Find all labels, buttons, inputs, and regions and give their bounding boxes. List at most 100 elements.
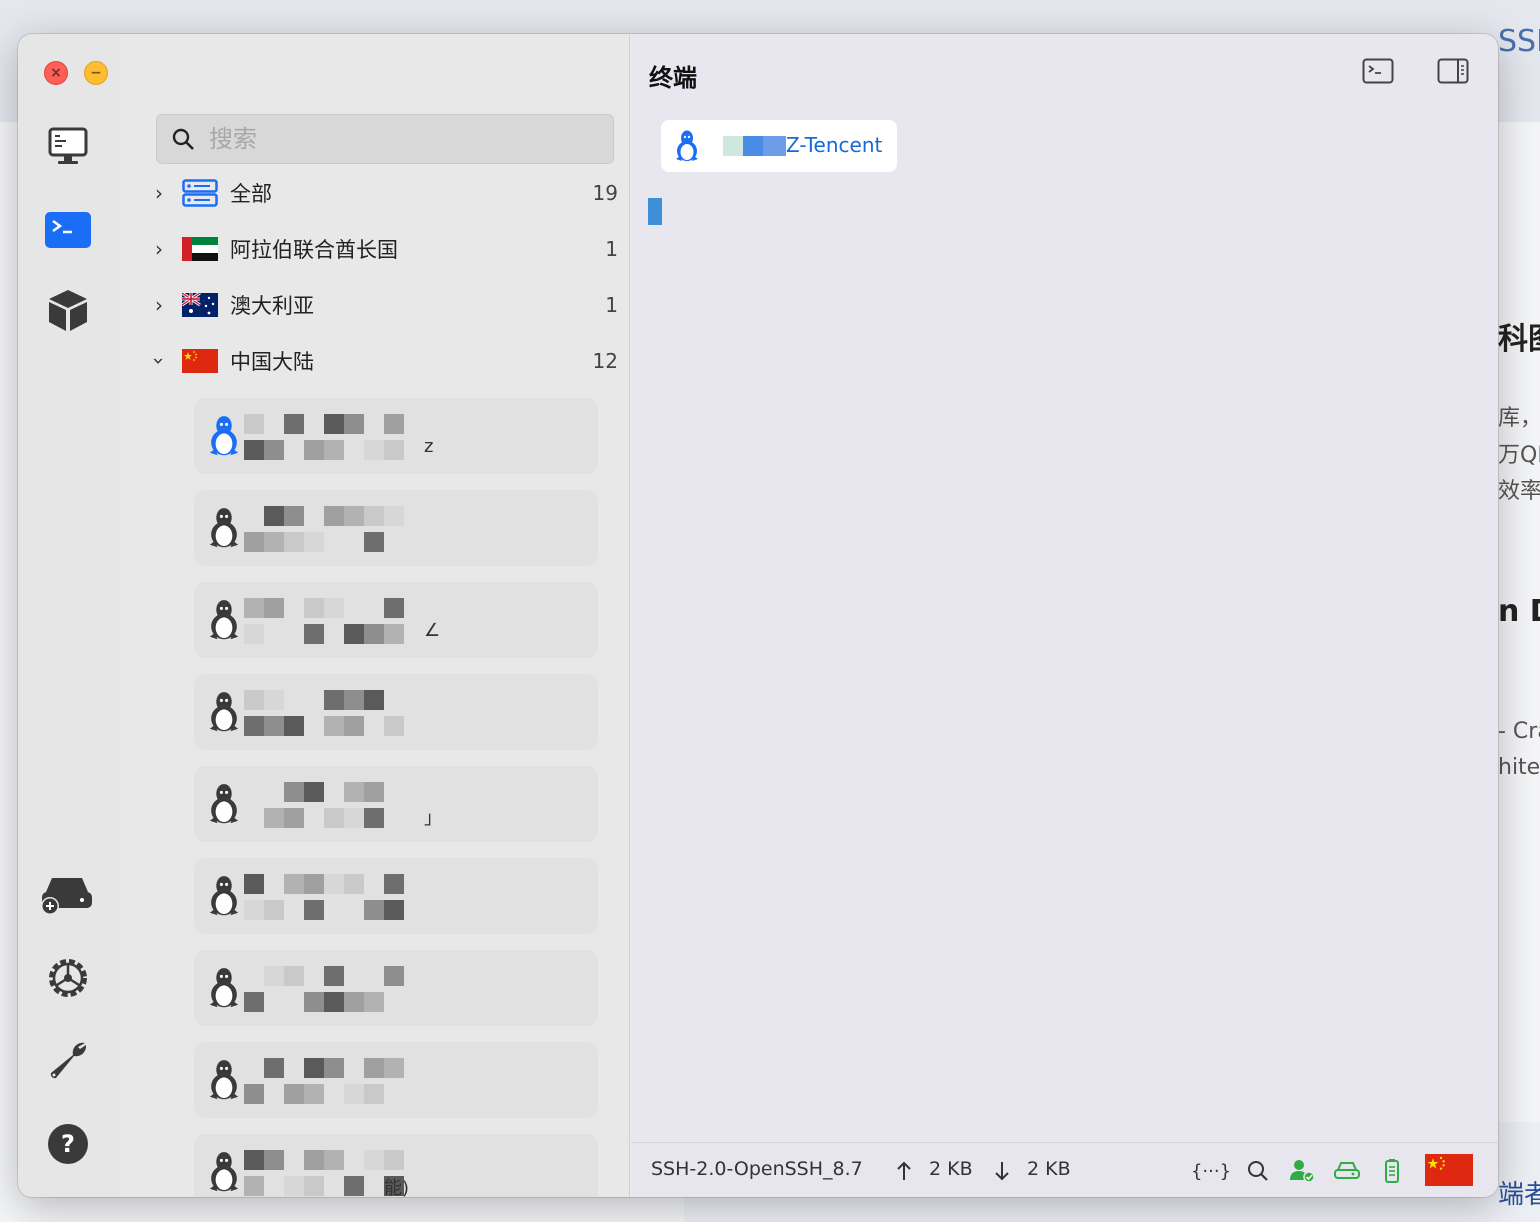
redacted-block bbox=[244, 624, 264, 644]
svg-text:?: ? bbox=[61, 1130, 75, 1158]
group-row-china[interactable]: › 中国大陆 12 bbox=[147, 339, 618, 383]
redacted-block bbox=[344, 690, 364, 710]
redacted-block bbox=[384, 1058, 404, 1078]
search-icon[interactable] bbox=[1245, 1158, 1271, 1184]
host-name-fragment: 」 bbox=[424, 808, 442, 829]
redacted-block bbox=[344, 992, 364, 1012]
redacted-block bbox=[324, 1176, 344, 1196]
redacted-block bbox=[284, 414, 304, 434]
redacted-block bbox=[384, 874, 404, 894]
redacted-block bbox=[364, 1058, 384, 1078]
redacted-block bbox=[284, 506, 304, 526]
redacted-block bbox=[284, 532, 304, 552]
terminal-nav-button[interactable] bbox=[42, 204, 94, 256]
redacted-block bbox=[304, 992, 324, 1012]
redacted-block bbox=[324, 992, 344, 1012]
redacted-block bbox=[244, 874, 264, 894]
search-input[interactable] bbox=[209, 125, 589, 153]
redacted-block bbox=[284, 966, 304, 986]
host-card[interactable]: 」 bbox=[194, 766, 598, 842]
background-text: hite bbox=[1498, 755, 1540, 780]
group-row-all[interactable]: › 全部 19 bbox=[148, 171, 618, 215]
terminal-pane: 终端 Z-Tencent SSH-2.0-OpenSSH_8.7 2 KB 2 … bbox=[631, 34, 1498, 1197]
user-verified-icon[interactable] bbox=[1289, 1158, 1315, 1184]
background-text: - Cra bbox=[1498, 719, 1540, 744]
help-nav-button[interactable]: ? bbox=[42, 1118, 94, 1170]
host-card[interactable] bbox=[194, 950, 598, 1026]
host-card[interactable] bbox=[194, 858, 598, 934]
minimize-window-button[interactable]: − bbox=[84, 61, 108, 85]
linux-tux-icon bbox=[209, 876, 239, 916]
redacted-block bbox=[264, 598, 284, 618]
group-label: 中国大陆 bbox=[230, 350, 314, 374]
new-terminal-icon[interactable] bbox=[1362, 58, 1394, 84]
background-text: SSH bbox=[1498, 24, 1540, 59]
redacted-block bbox=[384, 900, 404, 920]
hosts-nav-button[interactable] bbox=[42, 120, 94, 172]
terminal-icon bbox=[45, 212, 91, 248]
chevron-right-icon[interactable]: › bbox=[148, 181, 170, 205]
status-bar: SSH-2.0-OpenSSH_8.7 2 KB 2 KB {···} bbox=[631, 1142, 1498, 1197]
linux-tux-icon bbox=[209, 968, 239, 1008]
redacted-block bbox=[344, 532, 364, 552]
host-card[interactable]: z bbox=[194, 398, 598, 474]
close-icon: × bbox=[50, 65, 62, 81]
redacted-block bbox=[264, 690, 284, 710]
tools-nav-button[interactable] bbox=[42, 1034, 94, 1086]
chevron-right-icon[interactable]: › bbox=[148, 293, 170, 317]
terminal-tab[interactable]: Z-Tencent bbox=[661, 120, 897, 172]
settings-nav-button[interactable] bbox=[42, 952, 94, 1004]
redacted-block bbox=[244, 690, 264, 710]
redacted-block bbox=[304, 532, 324, 552]
redacted-block bbox=[244, 598, 264, 618]
server-connected-icon[interactable] bbox=[1333, 1158, 1361, 1184]
redacted-block bbox=[264, 992, 284, 1012]
download-size: 2 KB bbox=[1027, 1158, 1071, 1180]
redacted-block bbox=[364, 1150, 384, 1170]
background-text: 库， bbox=[1498, 406, 1540, 431]
group-label: 全部 bbox=[230, 182, 272, 206]
protocol-version: SSH-2.0-OpenSSH_8.7 bbox=[651, 1158, 863, 1180]
group-row-australia[interactable]: › 澳大利亚 1 bbox=[148, 283, 618, 327]
linux-tux-icon bbox=[209, 416, 239, 456]
redacted-block bbox=[384, 506, 404, 526]
app-window: × − ? 搜索 › 全部 19 › 阿拉伯联合酋长国 1 › 澳大利亚 1 ›… bbox=[18, 34, 1498, 1197]
host-card[interactable] bbox=[194, 1042, 598, 1118]
group-count: 19 bbox=[592, 181, 618, 205]
redacted-block bbox=[324, 1150, 344, 1170]
host-card[interactable] bbox=[194, 490, 598, 566]
host-sidebar: › 全部 19 › 阿拉伯联合酋长国 1 › bbox=[120, 34, 630, 1197]
redacted-block bbox=[364, 624, 384, 644]
search-box[interactable] bbox=[156, 114, 614, 164]
redacted-block bbox=[304, 1084, 324, 1104]
snippets-icon[interactable]: {···} bbox=[1191, 1158, 1231, 1184]
chevron-right-icon[interactable]: › bbox=[148, 237, 170, 261]
redacted-block bbox=[324, 506, 344, 526]
inspector-toggle-icon[interactable] bbox=[1437, 58, 1469, 84]
search-icon bbox=[172, 128, 194, 150]
redacted-block bbox=[304, 1058, 324, 1078]
chevron-down-icon[interactable]: › bbox=[147, 350, 171, 372]
redacted-block bbox=[324, 690, 344, 710]
redacted-block bbox=[364, 440, 384, 460]
redacted-block bbox=[364, 1084, 384, 1104]
redacted-block bbox=[244, 782, 264, 802]
redacted-block bbox=[384, 440, 404, 460]
add-host-button[interactable] bbox=[38, 868, 94, 920]
group-row-uae[interactable]: › 阿拉伯联合酋长国 1 bbox=[148, 227, 618, 271]
battery-icon[interactable] bbox=[1379, 1158, 1405, 1184]
redacted-block bbox=[264, 808, 284, 828]
host-name-fragment: ∠ bbox=[424, 620, 441, 641]
redacted-block bbox=[244, 532, 264, 552]
host-card[interactable]: 能) bbox=[194, 1134, 598, 1197]
redacted-block bbox=[384, 624, 404, 644]
redacted-block bbox=[264, 1150, 284, 1170]
terminal-output[interactable] bbox=[631, 182, 1498, 1142]
close-window-button[interactable]: × bbox=[44, 61, 68, 85]
redacted-block bbox=[344, 624, 364, 644]
host-card[interactable] bbox=[194, 674, 598, 750]
packages-nav-button[interactable] bbox=[42, 284, 94, 336]
redacted-block bbox=[384, 598, 404, 618]
host-card[interactable]: ∠ bbox=[194, 582, 598, 658]
redacted-block bbox=[304, 1150, 324, 1170]
